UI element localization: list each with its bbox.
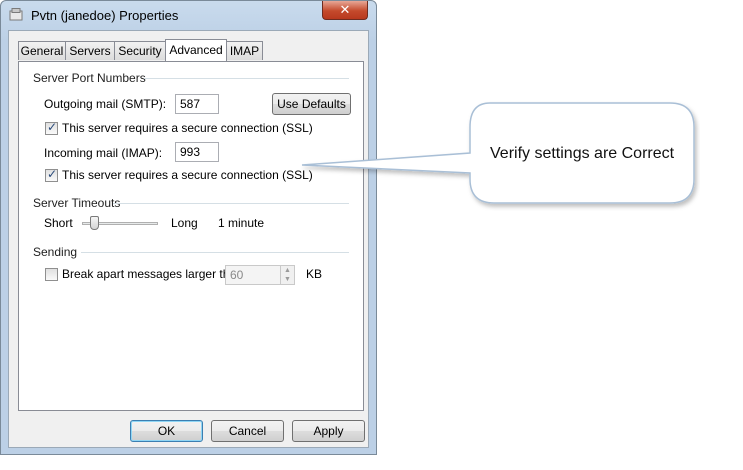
timeout-short-label: Short	[44, 216, 73, 230]
timeout-slider-thumb[interactable]	[90, 216, 100, 230]
outgoing-ssl-label: This server requires a secure connection…	[62, 121, 313, 135]
break-apart-checkbox[interactable]	[45, 268, 58, 281]
sending-group-label: Sending	[33, 245, 78, 259]
timeout-long-label: Long	[171, 216, 198, 230]
check-mark-icon: ✓	[47, 167, 58, 181]
mail-account-icon	[9, 8, 23, 21]
spin-down-icon: ▼	[284, 276, 291, 283]
outgoing-mail-label: Outgoing mail (SMTP):	[44, 97, 167, 111]
group-divider	[81, 252, 349, 253]
group-divider	[144, 78, 349, 79]
properties-window: Pvtn (janedoe) Properties ✕ General Serv…	[0, 0, 377, 455]
incoming-ssl-label: This server requires a secure connection…	[62, 168, 313, 182]
incoming-mail-label: Incoming mail (IMAP):	[44, 146, 163, 160]
message-size-input[interactable]: 60	[225, 265, 282, 285]
check-mark-icon: ✓	[47, 120, 58, 134]
callout-text: Verify settings are Correct	[490, 145, 675, 162]
close-button[interactable]: ✕	[322, 1, 368, 20]
break-apart-label: Break apart messages larger than	[62, 267, 243, 281]
ok-button[interactable]: OK	[130, 420, 203, 442]
incoming-port-input[interactable]: 993	[175, 142, 219, 162]
tab-imap[interactable]: IMAP	[226, 41, 263, 60]
incoming-ssl-checkbox[interactable]: ✓	[45, 167, 58, 182]
tab-general[interactable]: General	[18, 41, 66, 60]
server-ports-group-label: Server Port Numbers	[33, 71, 146, 85]
timeout-value: 1 minute	[218, 216, 265, 230]
dialog-body: General Servers Security Advanced IMAP S…	[8, 30, 369, 448]
spin-up-icon: ▲	[284, 267, 291, 274]
server-timeouts-group-label: Server Timeouts	[33, 196, 121, 210]
outgoing-port-input[interactable]: 587	[175, 94, 219, 114]
tab-security[interactable]: Security	[114, 41, 166, 60]
title-bar[interactable]: Pvtn (janedoe) Properties ✕	[1, 1, 376, 29]
outgoing-ssl-checkbox[interactable]: ✓	[45, 120, 58, 135]
cancel-button[interactable]: Cancel	[211, 420, 284, 442]
tab-advanced[interactable]: Advanced	[165, 39, 227, 61]
size-unit-label: KB	[306, 267, 323, 281]
message-size-spinner[interactable]: ▲ ▼	[280, 265, 295, 285]
tab-servers[interactable]: Servers	[65, 41, 115, 60]
window-title: Pvtn (janedoe) Properties	[31, 8, 179, 23]
apply-button[interactable]: Apply	[292, 420, 365, 442]
